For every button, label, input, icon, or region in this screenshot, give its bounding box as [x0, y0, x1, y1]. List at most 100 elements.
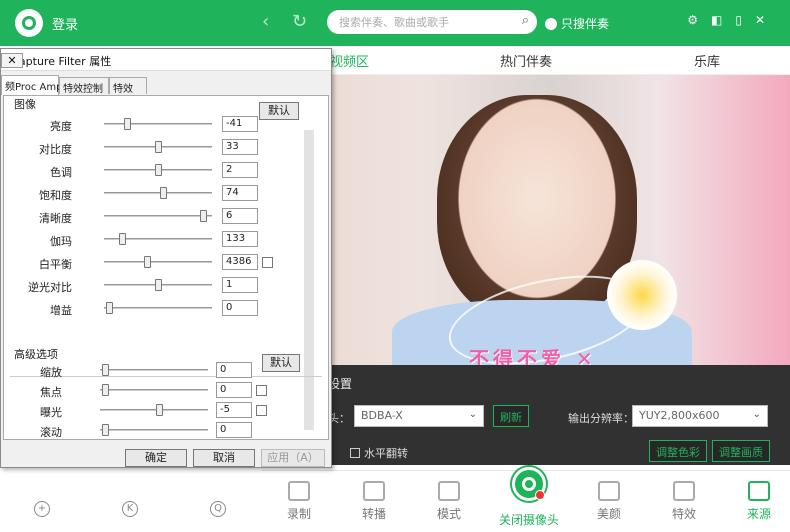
slider[interactable]	[100, 362, 208, 378]
close-icon[interactable]: ✕	[755, 13, 778, 27]
slider[interactable]	[104, 162, 212, 178]
adjust-color-button[interactable]: 调整色彩	[649, 440, 707, 462]
image-default-button[interactable]: 默认	[259, 102, 299, 120]
advanced-default-button[interactable]: 默认	[262, 354, 300, 372]
tab-effect-control[interactable]: 特效控制	[59, 77, 109, 95]
slider-value[interactable]: 133	[222, 231, 258, 247]
slider[interactable]	[104, 208, 212, 224]
slider[interactable]	[104, 116, 212, 132]
slider[interactable]	[104, 231, 212, 247]
camera-record-icon	[288, 481, 310, 501]
window-controls[interactable]: ⚙◧▯✕	[687, 13, 778, 27]
slider-thumb[interactable]	[200, 210, 207, 222]
slider-track[interactable]	[104, 192, 212, 194]
login-link[interactable]: 登录	[52, 14, 78, 33]
apply-button[interactable]: 应用（A）	[261, 449, 325, 467]
resolution-select[interactable]: YUY2,800x600 ⌄	[632, 405, 768, 427]
slider-track[interactable]	[104, 123, 212, 125]
slider-thumb[interactable]	[155, 279, 162, 291]
slider-thumb[interactable]	[156, 404, 163, 416]
slider-value[interactable]: -41	[222, 116, 258, 132]
slider-value[interactable]: 0	[222, 300, 258, 316]
tab-hot-accompaniment[interactable]: 热门伴奏	[500, 51, 552, 70]
slider-thumb[interactable]	[106, 302, 113, 314]
search-icon[interactable]: ⌕	[522, 13, 529, 28]
checkbox-icon[interactable]	[350, 448, 360, 458]
camera-select[interactable]: BDBA-X ⌄	[354, 405, 484, 427]
tab-effects[interactable]: 特效	[109, 77, 147, 95]
ok-button[interactable]: 确定	[125, 449, 187, 467]
slider-value[interactable]: 1	[222, 277, 258, 293]
slider-value[interactable]: 2	[222, 162, 258, 178]
slider-thumb[interactable]	[160, 187, 167, 199]
slider[interactable]	[104, 185, 212, 201]
slider-value[interactable]: -5	[216, 402, 252, 418]
slider-thumb[interactable]	[102, 364, 109, 376]
effects-button[interactable]: 特效	[659, 481, 709, 522]
auto-checkbox[interactable]	[262, 257, 273, 268]
slider[interactable]	[104, 139, 212, 155]
auto-checkbox[interactable]	[256, 385, 267, 396]
skin-icon[interactable]: ◧	[711, 13, 735, 27]
slider-thumb[interactable]	[119, 233, 126, 245]
slider[interactable]	[104, 277, 212, 293]
auto-checkbox[interactable]	[256, 405, 267, 416]
slider-value[interactable]: 0	[216, 362, 252, 378]
mode-button[interactable]: 模式	[424, 481, 474, 522]
slider-thumb[interactable]	[124, 118, 131, 130]
record-button[interactable]: 录制	[274, 481, 324, 522]
cancel-button[interactable]: 取消	[193, 449, 255, 467]
source-button[interactable]: 来源	[734, 481, 784, 522]
k-song-icon[interactable]: K	[122, 501, 138, 517]
slider-track[interactable]	[100, 429, 208, 431]
slider-thumb[interactable]	[144, 256, 151, 268]
slider[interactable]	[104, 254, 212, 270]
camera-settings-panel: 设置 头： BDBA-X ⌄ 刷新 输出分辨率： YUY2,800x600 ⌄ 水平…	[262, 365, 790, 465]
camera-toggle-icon[interactable]	[512, 467, 546, 501]
slider-track[interactable]	[100, 369, 208, 371]
gear-icon[interactable]: ⚙	[687, 13, 711, 27]
slider[interactable]	[100, 422, 208, 438]
slider-thumb[interactable]	[102, 424, 109, 436]
minimize-icon[interactable]: ▯	[735, 13, 755, 27]
slider[interactable]	[104, 300, 212, 316]
panel-scrollbar[interactable]	[304, 130, 314, 430]
slider-track[interactable]	[104, 261, 212, 263]
slider-track[interactable]	[104, 215, 212, 217]
q-icon[interactable]: Q	[210, 501, 226, 517]
refresh-button[interactable]: 刷新	[493, 405, 529, 427]
close-camera-button[interactable]: 关闭摄像头	[494, 511, 564, 528]
search-input[interactable]: 搜索伴奏、歌曲或歌手 ⌕	[327, 10, 537, 34]
slider-value[interactable]: 74	[222, 185, 258, 201]
add-icon[interactable]: +	[34, 501, 50, 517]
beauty-button[interactable]: 美颜	[584, 481, 634, 522]
proc-amp-panel: 图像 默认 亮度 -41 对比度 33 色调 2 饱和度 74 清晰度 6 伽玛 133 白平衡 4386…	[3, 95, 329, 440]
slider-value[interactable]: 4386	[222, 254, 258, 270]
tab-library[interactable]: 乐库	[694, 51, 720, 70]
slider-thumb[interactable]	[155, 141, 162, 153]
bottom-toolbar: 录制 转播 模式 关闭摄像头 美颜 特效 来源	[262, 467, 790, 532]
refresh-icon[interactable]: ↻	[292, 11, 307, 32]
slider-value[interactable]: 33	[222, 139, 258, 155]
dialog-close-button[interactable]: ✕	[1, 53, 23, 68]
adjust-image-button[interactable]: 调整画质	[712, 440, 770, 462]
slider[interactable]	[100, 382, 208, 398]
slider-label: 伽玛	[50, 235, 72, 248]
only-search-toggle[interactable]: 只搜伴奏	[545, 15, 609, 32]
slider-thumb[interactable]	[155, 164, 162, 176]
back-arrow-icon[interactable]: ‹	[262, 11, 269, 32]
slider-value[interactable]: 0	[216, 382, 252, 398]
mirror-checkbox[interactable]: 水平翻转	[350, 445, 408, 461]
relay-button[interactable]: 转播	[349, 481, 399, 522]
tab-proc-amp[interactable]: 频Proc Amp	[1, 75, 62, 95]
slider-track[interactable]	[100, 389, 208, 391]
app-logo-icon[interactable]	[15, 9, 43, 37]
slider-value[interactable]: 0	[216, 422, 252, 438]
slider-thumb[interactable]	[102, 384, 109, 396]
slider-track[interactable]	[100, 409, 208, 411]
tab-video[interactable]: 视频区	[330, 51, 369, 70]
slider-track[interactable]	[104, 307, 212, 309]
slider-value[interactable]: 6	[222, 208, 258, 224]
resolution-label: 输出分辨率：	[568, 412, 634, 425]
slider[interactable]	[100, 402, 208, 418]
